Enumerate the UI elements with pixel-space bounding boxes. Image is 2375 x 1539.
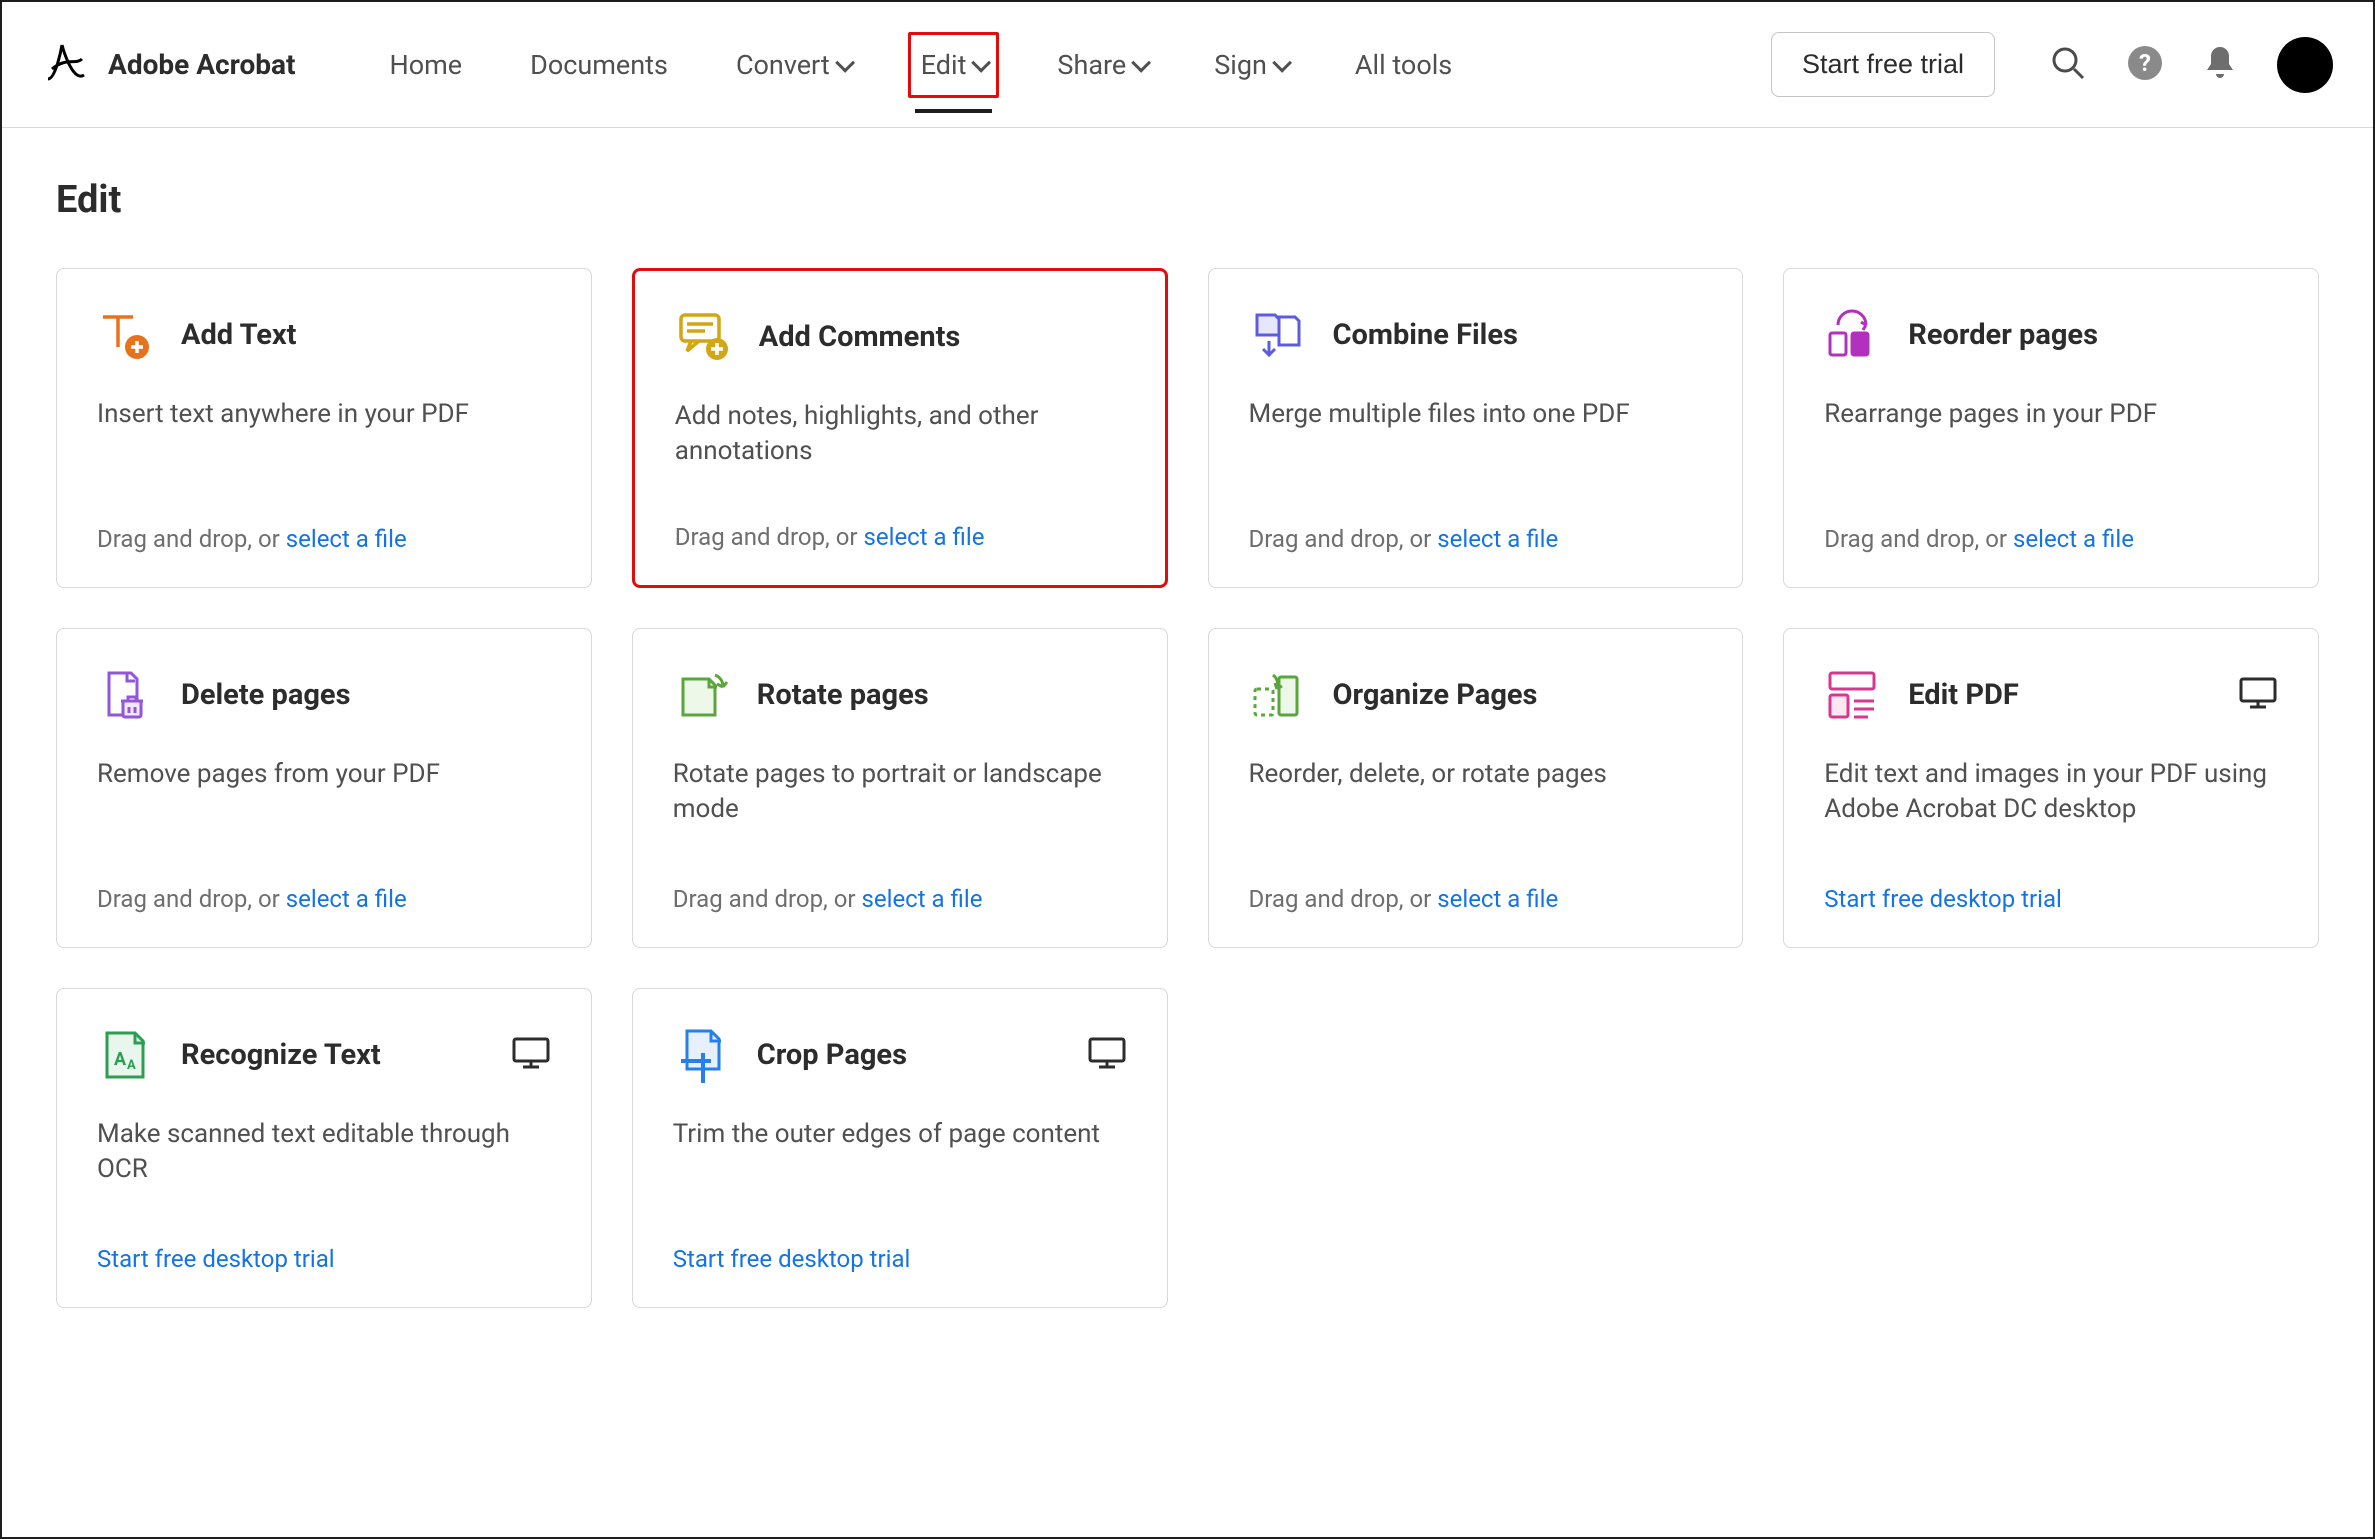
select-file-link[interactable]: select a file [864,523,985,551]
card-foot: Start free desktop trial [1824,885,2278,913]
card-title: Edit PDF [1908,678,2019,712]
chevron-down-icon [1131,52,1151,72]
combine-files-icon [1249,307,1305,363]
card-desc: Insert text anywhere in your PDF [97,397,551,432]
card-crop-pages[interactable]: Crop Pages Trim the outer edges of page … [632,988,1168,1308]
svg-text:A: A [114,1049,127,1070]
card-title: Organize Pages [1333,678,1538,712]
card-foot: Drag and drop, or select a file [1249,885,1703,913]
chevron-down-icon [972,52,992,72]
main-nav: Home Documents Convert Edit Share Sign A… [379,32,1462,98]
notifications-icon[interactable] [2203,44,2237,86]
card-combine-files[interactable]: Combine Files Merge multiple files into … [1208,268,1744,588]
brand-name: Adobe Acrobat [108,48,295,81]
card-delete-pages[interactable]: Delete pages Remove pages from your PDF … [56,628,592,948]
svg-text:?: ? [2139,49,2151,77]
edit-pdf-icon [1824,667,1880,723]
card-add-comments[interactable]: Add Comments Add notes, highlights, and … [632,268,1168,588]
desktop-trial-link[interactable]: Start free desktop trial [97,1245,335,1273]
nav-documents[interactable]: Documents [520,35,678,95]
card-desc: Edit text and images in your PDF using A… [1824,757,2278,827]
select-file-link[interactable]: select a file [2013,525,2134,553]
acrobat-logo-icon [42,39,90,91]
desktop-icon [1087,1036,1127,1074]
card-title: Add Text [181,318,296,352]
card-foot: Drag and drop, or select a file [675,523,1125,551]
card-title: Combine Files [1333,318,1518,352]
desktop-trial-link[interactable]: Start free desktop trial [1824,885,2062,913]
recognize-text-icon: A A [97,1027,153,1083]
select-file-link[interactable]: select a file [286,885,407,913]
card-reorder-pages[interactable]: Reorder pages Rearrange pages in your PD… [1783,268,2319,588]
select-file-link[interactable]: select a file [286,525,407,553]
card-foot: Start free desktop trial [673,1245,1127,1273]
desktop-icon [2238,676,2278,714]
nav-edit[interactable]: Edit [908,32,1000,98]
select-file-link[interactable]: select a file [1437,885,1558,913]
card-rotate-pages[interactable]: Rotate pages Rotate pages to portrait or… [632,628,1168,948]
card-foot: Drag and drop, or select a file [673,885,1127,913]
card-desc: Add notes, highlights, and other annotat… [675,399,1125,469]
chevron-down-icon [1272,52,1292,72]
brand[interactable]: Adobe Acrobat [42,39,295,91]
card-recognize-text[interactable]: A A Recognize Text Make scanned text edi… [56,988,592,1308]
card-title: Reorder pages [1908,318,2098,352]
rotate-pages-icon [673,667,729,723]
organize-pages-icon [1249,667,1305,723]
card-title: Rotate pages [757,678,929,712]
card-desc: Rotate pages to portrait or landscape mo… [673,757,1127,827]
card-desc: Reorder, delete, or rotate pages [1249,757,1703,792]
card-desc: Rearrange pages in your PDF [1824,397,2278,432]
card-add-text[interactable]: Add Text Insert text anywhere in your PD… [56,268,592,588]
tool-grid: Add Text Insert text anywhere in your PD… [56,268,2319,1308]
nav-home[interactable]: Home [379,35,472,95]
card-foot: Drag and drop, or select a file [1824,525,2278,553]
page: Edit Add Text Insert text anywhere in yo… [2,128,2373,1358]
nav-convert[interactable]: Convert [726,35,860,95]
nav-all-tools[interactable]: All tools [1345,35,1462,95]
card-title: Crop Pages [757,1038,907,1072]
nav-share[interactable]: Share [1047,35,1156,95]
svg-text:A: A [127,1058,136,1073]
reorder-pages-icon [1824,307,1880,363]
crop-pages-icon [673,1027,729,1083]
card-foot: Start free desktop trial [97,1245,551,1273]
start-free-trial-button[interactable]: Start free trial [1771,32,1995,97]
card-desc: Make scanned text editable through OCR [97,1117,551,1187]
avatar[interactable] [2277,37,2333,93]
search-icon[interactable] [2049,44,2087,86]
delete-pages-icon [97,667,153,723]
select-file-link[interactable]: select a file [862,885,983,913]
card-desc: Remove pages from your PDF [97,757,551,792]
card-title: Recognize Text [181,1038,381,1072]
help-icon[interactable]: ? [2127,45,2163,85]
add-text-icon [97,307,153,363]
card-desc: Merge multiple files into one PDF [1249,397,1703,432]
header: Adobe Acrobat Home Documents Convert Edi… [2,2,2373,128]
card-desc: Trim the outer edges of page content [673,1117,1127,1152]
header-actions: ? [2049,37,2333,93]
desktop-trial-link[interactable]: Start free desktop trial [673,1245,911,1273]
select-file-link[interactable]: select a file [1437,525,1558,553]
card-edit-pdf[interactable]: Edit PDF Edit text and images in your PD… [1783,628,2319,948]
chevron-down-icon [835,52,855,72]
desktop-icon [511,1036,551,1074]
card-foot: Drag and drop, or select a file [97,885,551,913]
add-comments-icon [675,309,731,365]
card-foot: Drag and drop, or select a file [97,525,551,553]
nav-sign[interactable]: Sign [1204,35,1297,95]
page-title: Edit [56,178,2319,222]
card-foot: Drag and drop, or select a file [1249,525,1703,553]
card-organize-pages[interactable]: Organize Pages Reorder, delete, or rotat… [1208,628,1744,948]
card-title: Delete pages [181,678,350,712]
card-title: Add Comments [759,320,961,354]
